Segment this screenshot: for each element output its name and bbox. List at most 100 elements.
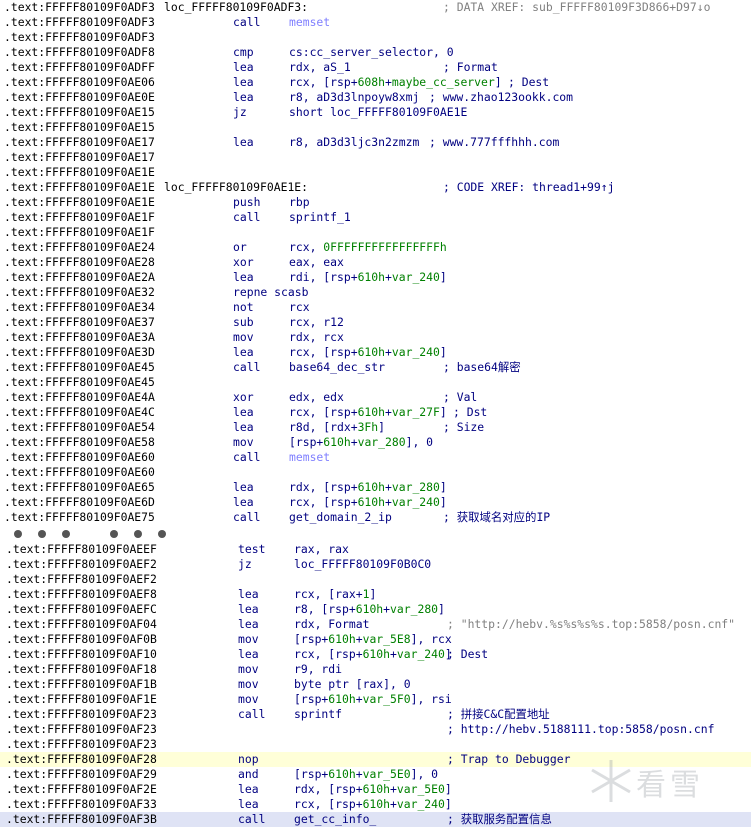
code-line[interactable]: .text:FFFFF80109F0AE1F call sprintf_1: [0, 210, 751, 225]
instruction-mnemonic: repne scasb: [233, 285, 309, 299]
instruction-operands[interactable]: get_domain_2_ip: [289, 510, 392, 525]
instruction-operands[interactable]: eax, eax: [289, 255, 344, 270]
code-line[interactable]: .text:FFFFF80109F0AE45: [0, 375, 751, 390]
instruction-mnemonic: and: [238, 767, 259, 781]
instruction-operands[interactable]: rdx, Format: [294, 617, 369, 632]
code-line[interactable]: .text:FFFFF80109F0AF3B call get_cc_info_ ; …: [0, 812, 751, 827]
instruction-operands[interactable]: [rsp+610h+var_5E8], rcx: [294, 632, 452, 647]
code-line[interactable]: .text:FFFFF80109F0AEF2: [0, 572, 751, 587]
instruction-operands[interactable]: r9, rdi: [294, 662, 342, 677]
instruction-operands[interactable]: sprintf: [294, 707, 342, 722]
instruction-operands[interactable]: rcx, 0FFFFFFFFFFFFFFFFh: [289, 240, 447, 255]
instruction-operands[interactable]: rcx, r12: [289, 315, 344, 330]
instruction-operands[interactable]: r8d, [rdx+3Fh]: [289, 420, 385, 435]
instruction-operands[interactable]: r8, [rsp+610h+var_280]: [294, 602, 445, 617]
instruction-operands[interactable]: rcx, [rsp+610h+var_240]: [294, 647, 452, 662]
code-line[interactable]: .text:FFFFF80109F0AE06 lea rcx, [rsp+608h+…: [0, 75, 751, 90]
instruction-operands[interactable]: rdx, rcx: [289, 330, 344, 345]
code-line[interactable]: .text:FFFFF80109F0AE34 not rcx: [0, 300, 751, 315]
code-line[interactable]: .text:FFFFF80109F0ADF8 cmp cs:cc_server_se…: [0, 45, 751, 60]
instruction-operands[interactable]: rcx, [rsp+610h+var_240]: [294, 797, 452, 812]
code-line[interactable]: .text:FFFFF80109F0AE17: [0, 150, 751, 165]
code-line[interactable]: .text:FFFFF80109F0AE15: [0, 120, 751, 135]
operand-token: ], rsi: [410, 692, 452, 706]
instruction-operands[interactable]: rax, rax: [294, 542, 349, 557]
code-label[interactable]: loc_FFFFF80109F0ADF3:: [164, 0, 308, 15]
instruction-operands[interactable]: rcx, [rsp+610h+var_27F]: [289, 405, 447, 420]
code-line[interactable]: .text:FFFFF80109F0AE0E lea r8, aD3d3lnpoyw…: [0, 90, 751, 105]
code-line[interactable]: .text:FFFFF80109F0AE15 jz short loc_FFFFF8…: [0, 105, 751, 120]
code-line[interactable]: .text:FFFFF80109F0AE45 call base64_dec_str…: [0, 360, 751, 375]
instruction-operands[interactable]: short loc_FFFFF80109F0AE1E: [289, 105, 467, 120]
instruction-operands[interactable]: rbp: [289, 195, 310, 210]
code-line[interactable]: .text:FFFFF80109F0AF18 mov r9, rdi: [0, 662, 751, 677]
code-line[interactable]: .text:FFFFF80109F0AF28 nop ; Trap to Debug…: [0, 752, 751, 767]
instruction-operands[interactable]: rdx, [rsp+610h+var_280]: [289, 480, 447, 495]
code-line[interactable]: .text:FFFFF80109F0AEF8 lea rcx, [rax+1]: [0, 587, 751, 602]
code-line[interactable]: .text:FFFFF80109F0AEF2 jz loc_FFFFF80109F0…: [0, 557, 751, 572]
code-line[interactable]: .text:FFFFF80109F0AF10 lea rcx, [rsp+610h+…: [0, 647, 751, 662]
instruction-operands[interactable]: base64_dec_str: [289, 360, 385, 375]
code-line[interactable]: .text:FFFFF80109F0AF23: [0, 737, 751, 752]
instruction-operands[interactable]: rcx, [rsp+608h+maybe_cc_server]: [289, 75, 502, 90]
code-line[interactable]: .text:FFFFF80109F0AE1F: [0, 225, 751, 240]
code-line[interactable]: .text:FFFFF80109F0ADF3: [0, 30, 751, 45]
code-line[interactable]: .text:FFFFF80109F0AE60: [0, 465, 751, 480]
instruction-operands[interactable]: memset: [289, 450, 330, 465]
code-line[interactable]: .text:FFFFF80109F0AF1B mov byte ptr [rax],…: [0, 677, 751, 692]
code-line[interactable]: .text:FFFFF80109F0AF29 and [rsp+610h+var_5…: [0, 767, 751, 782]
code-line[interactable]: .text:FFFFF80109F0AF23 call sprintf ; 拼接C&C…: [0, 707, 751, 722]
code-label[interactable]: loc_FFFFF80109F0AE1E:: [164, 180, 308, 195]
instruction-operands[interactable]: rcx, [rsp+610h+var_240]: [289, 345, 447, 360]
code-line[interactable]: .text:FFFFF80109F0AE17 lea r8, aD3d3ljc3n2…: [0, 135, 751, 150]
instruction-operands[interactable]: rdx, aS_1: [289, 60, 351, 75]
instruction-operands[interactable]: r8, aD3d3lnpoyw8xmj: [289, 90, 419, 105]
code-line[interactable]: .text:FFFFF80109F0AEFC lea r8, [rsp+610h+v…: [0, 602, 751, 617]
instruction-operands[interactable]: edx, edx: [289, 390, 344, 405]
instruction-operands[interactable]: byte ptr [rax], 0: [294, 677, 411, 692]
code-line[interactable]: .text:FFFFF80109F0AE3A mov rdx, rcx: [0, 330, 751, 345]
instruction-operands[interactable]: rcx, [rax+1]: [294, 587, 376, 602]
code-line[interactable]: .text:FFFFF80109F0AF33 lea rcx, [rsp+610h+…: [0, 797, 751, 812]
instruction-operands[interactable]: [rsp+610h+var_280], 0: [289, 435, 433, 450]
instruction-operands[interactable]: rcx: [289, 300, 310, 315]
code-line[interactable]: .text:FFFFF80109F0AE60 call memset: [0, 450, 751, 465]
instruction-operands[interactable]: memset: [289, 15, 330, 30]
code-line[interactable]: .text:FFFFF80109F0AEEF test rax, rax: [0, 542, 751, 557]
instruction-operands[interactable]: loc_FFFFF80109F0B0C0: [294, 557, 431, 572]
instruction-operands[interactable]: [rsp+610h+var_5E0], 0: [294, 767, 438, 782]
instruction-operands[interactable]: [rsp+610h+var_5F0], rsi: [294, 692, 452, 707]
code-line[interactable]: .text:FFFFF80109F0AE75 call get_domain_2_i…: [0, 510, 751, 525]
instruction-operands[interactable]: r8, aD3d3ljc3n2zmzm: [289, 135, 419, 150]
code-line[interactable]: .text:FFFFF80109F0AE32 repne scasb: [0, 285, 751, 300]
code-line[interactable]: .text:FFFFF80109F0ADF3 call memset: [0, 15, 751, 30]
instruction-operands[interactable]: rdi, [rsp+610h+var_240]: [289, 270, 447, 285]
code-line[interactable]: .text:FFFFF80109F0AE28 xor eax, eax: [0, 255, 751, 270]
code-line[interactable]: .text:FFFFF80109F0AE2A lea rdi, [rsp+610h+…: [0, 270, 751, 285]
instruction-operands[interactable]: get_cc_info_: [294, 812, 376, 827]
code-line[interactable]: .text:FFFFF80109F0AF2E lea rdx, [rsp+610h+…: [0, 782, 751, 797]
code-line[interactable]: .text:FFFFF80109F0AF0B mov [rsp+610h+var_5…: [0, 632, 751, 647]
code-line[interactable]: .text:FFFFF80109F0AE58 mov [rsp+610h+var_2…: [0, 435, 751, 450]
code-line[interactable]: .text:FFFFF80109F0AF23 ; http://hebv.5188…: [0, 722, 751, 737]
code-line[interactable]: .text:FFFFF80109F0AE3D lea rcx, [rsp+610h+…: [0, 345, 751, 360]
code-line[interactable]: .text:FFFFF80109F0AE1E push rbp: [0, 195, 751, 210]
code-line[interactable]: .text:FFFFF80109F0AE4C lea rcx, [rsp+610h+…: [0, 405, 751, 420]
instruction-operands[interactable]: cs:cc_server_selector, 0: [289, 45, 454, 60]
code-line[interactable]: .text:FFFFF80109F0AE1E loc_FFFFF80109F0AE…: [0, 180, 751, 195]
instruction-operands[interactable]: rcx, [rsp+610h+var_240]: [289, 495, 447, 510]
code-line[interactable]: .text:FFFFF80109F0AE54 lea r8d, [rdx+3Fh];…: [0, 420, 751, 435]
instruction-operands[interactable]: rdx, [rsp+610h+var_5E0]: [294, 782, 452, 797]
code-line[interactable]: .text:FFFFF80109F0AE6D lea rcx, [rsp+610h+…: [0, 495, 751, 510]
code-line[interactable]: .text:FFFFF80109F0AE65 lea rdx, [rsp+610h+…: [0, 480, 751, 495]
operand-token: ]: [444, 782, 452, 796]
code-line[interactable]: .text:FFFFF80109F0AE24 or rcx, 0FFFFFFFFFF…: [0, 240, 751, 255]
code-line[interactable]: .text:FFFFF80109F0ADF3 loc_FFFFF80109F0AD…: [0, 0, 751, 15]
code-line[interactable]: .text:FFFFF80109F0AE4A xor edx, edx ; Val: [0, 390, 751, 405]
code-line[interactable]: .text:FFFFF80109F0ADFF lea rdx, aS_1 ; Form…: [0, 60, 751, 75]
code-line[interactable]: .text:FFFFF80109F0AE37 sub rcx, r12: [0, 315, 751, 330]
code-line[interactable]: .text:FFFFF80109F0AE1E: [0, 165, 751, 180]
code-line[interactable]: .text:FFFFF80109F0AF1E mov [rsp+610h+var_5…: [0, 692, 751, 707]
instruction-operands[interactable]: sprintf_1: [289, 210, 351, 225]
code-line[interactable]: .text:FFFFF80109F0AF04 lea rdx, Format ; "h…: [0, 617, 751, 632]
